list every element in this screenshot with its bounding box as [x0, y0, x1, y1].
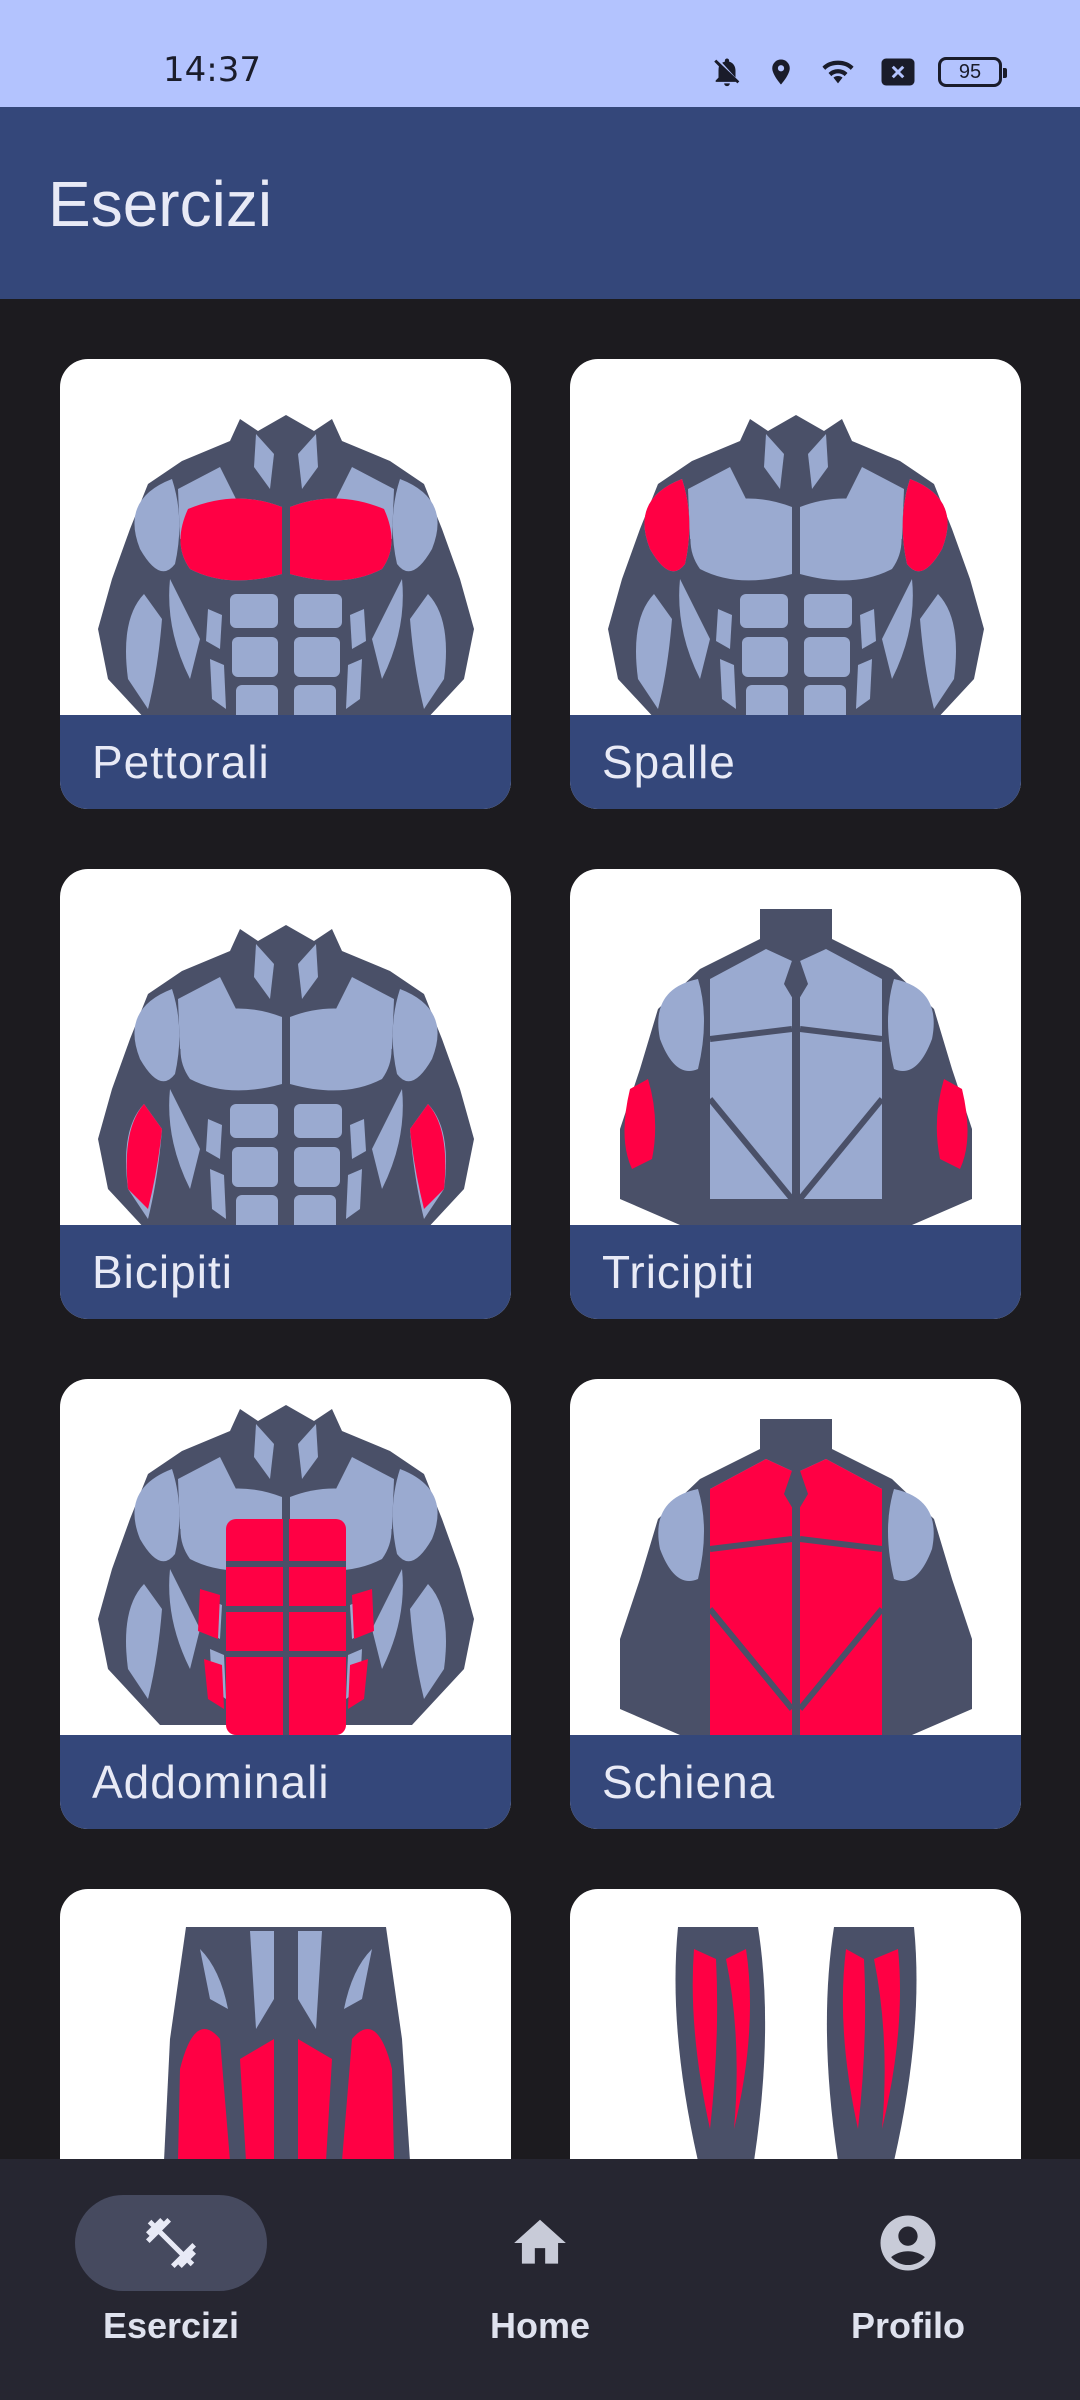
battery-icon: 95 [938, 57, 1007, 87]
nav-indicator [444, 2195, 636, 2291]
battery-level: 95 [958, 60, 982, 83]
nav-label: Esercizi [102, 2305, 240, 2346]
card-label: Pettorali [60, 715, 511, 809]
exercise-card-bicipiti[interactable]: Bicipiti [60, 869, 511, 1319]
exercise-card-tricipiti[interactable]: Tricipiti [570, 869, 1021, 1319]
thigh-muscles-icon [164, 1927, 410, 2159]
biceps-muscles-icon [98, 925, 474, 1225]
calf-muscles-icon [675, 1927, 917, 2159]
triceps-muscles-icon [570, 869, 1021, 1225]
nav-item-profilo[interactable]: Profilo [778, 2195, 1038, 2375]
chest-muscles-icon [98, 415, 474, 715]
card-label: Addominali [60, 1735, 511, 1829]
abs-muscles-icon [98, 1405, 474, 1735]
nav-label: Profilo [851, 2305, 965, 2346]
exercise-card-spalle[interactable]: Spalle [570, 359, 1021, 809]
exercise-card-pettorali[interactable]: Pettorali [60, 359, 511, 809]
card-label: Tricipiti [570, 1225, 1021, 1319]
wifi-icon [822, 60, 854, 84]
exercise-card-schiena[interactable]: Schiena [570, 1379, 1021, 1829]
notifications-off-icon [714, 58, 740, 87]
shoulder-muscles-icon [608, 415, 984, 715]
card-label: Bicipiti [60, 1225, 511, 1319]
app-bar: Esercizi [0, 107, 1080, 299]
card-label: Spalle [570, 715, 1021, 809]
back-muscles-icon [570, 1379, 1021, 1735]
exercise-grid: Pettorali Spalle Bicipiti Tricipiti Addo… [0, 299, 1080, 2159]
location-icon [772, 59, 790, 85]
card-label: Schiena [570, 1735, 1021, 1829]
no-sim-icon [881, 58, 915, 86]
exercise-card-thighs[interactable] [60, 1889, 511, 2159]
page-title: Esercizi [48, 168, 273, 240]
exercise-card-calves[interactable] [570, 1889, 1021, 2159]
home-icon [514, 2219, 566, 2264]
nav-item-esercizi[interactable]: Esercizi [41, 2195, 301, 2375]
status-icons: 95 [710, 52, 1007, 92]
bottom-navigation: Esercizi Home Profilo [0, 2159, 1080, 2400]
nav-indicator [75, 2195, 267, 2291]
exercise-card-addominali[interactable]: Addominali [60, 1379, 511, 1829]
account-circle-icon [880, 2215, 936, 2271]
status-bar: 14:37 95 [0, 0, 1080, 107]
status-time: 14:37 [163, 50, 261, 90]
nav-label: Home [489, 2305, 591, 2346]
nav-item-home[interactable]: Home [410, 2195, 670, 2375]
nav-indicator [812, 2195, 1004, 2291]
dumbbell-icon [146, 2218, 196, 2268]
